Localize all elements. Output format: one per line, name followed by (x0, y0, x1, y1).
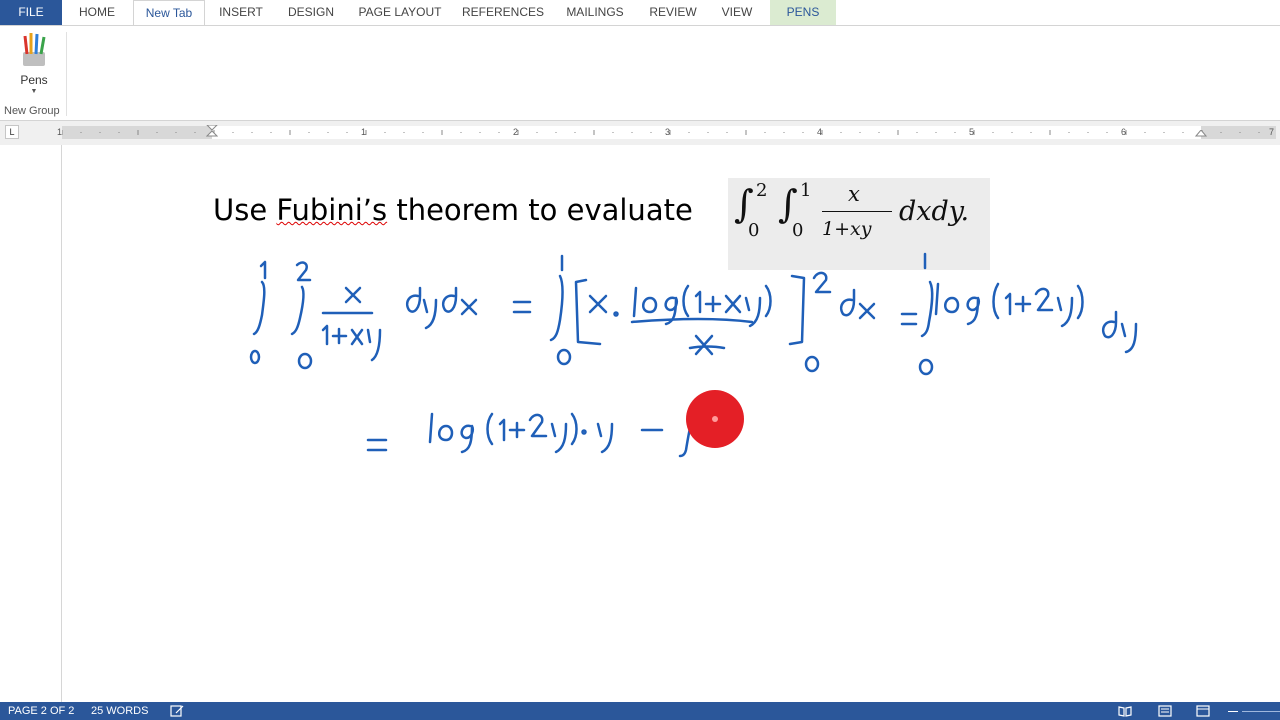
web-layout-icon[interactable] (1196, 705, 1210, 717)
status-bar: PAGE 2 OF 2 25 WORDS (0, 702, 1280, 720)
handwritten-ink (249, 252, 1138, 458)
status-page-count[interactable]: PAGE 2 OF 2 (8, 702, 74, 720)
read-mode-icon[interactable] (1118, 705, 1132, 717)
laser-pointer (686, 390, 744, 448)
proofing-icon[interactable] (170, 705, 184, 717)
status-word-count[interactable]: 25 WORDS (91, 702, 148, 720)
zoom-out-icon[interactable] (1228, 711, 1238, 712)
zoom-slider[interactable] (1242, 711, 1280, 712)
print-layout-icon[interactable] (1158, 705, 1172, 717)
laser-pointer-center (712, 416, 718, 422)
